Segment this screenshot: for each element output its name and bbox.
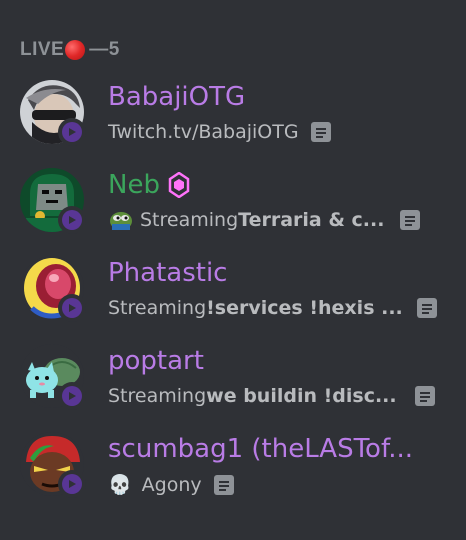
member-name[interactable]: scumbag1 (theLASTof... xyxy=(108,434,413,464)
member-item-babajiotg[interactable]: BabajiOTG Twitch.tv/BabajiOTG xyxy=(20,80,460,150)
activity-game: Agony xyxy=(141,473,202,496)
member-activity: Streaming !services !hexis ... xyxy=(108,297,437,319)
member-activity: Twitch.tv/BabajiOTG xyxy=(108,121,331,143)
streaming-status-icon xyxy=(58,118,86,146)
nitro-booster-icon[interactable] xyxy=(168,172,190,198)
activity-prefix: Streaming xyxy=(108,297,207,319)
member-name[interactable]: BabajiOTG xyxy=(108,82,245,112)
streaming-status-icon xyxy=(58,294,86,322)
member-activity: Streaming we buildin !disc... xyxy=(108,385,435,407)
activity-prefix: Streaming xyxy=(140,209,239,231)
member-name-text: Neb xyxy=(108,170,160,200)
member-name[interactable]: Phatastic xyxy=(108,258,227,288)
streaming-status-icon xyxy=(58,382,86,410)
skull-emoji-icon: 💀 xyxy=(108,474,132,496)
member-item-poptart[interactable]: poptart Streaming we buildin !disc... xyxy=(20,344,460,414)
streaming-status-icon xyxy=(58,470,86,498)
streaming-status-icon xyxy=(58,206,86,234)
live-red-dot-icon xyxy=(65,40,86,60)
live-section-header: LIVE —5 xyxy=(20,39,120,61)
member-activity: Streaming Terraria & c... xyxy=(108,209,421,231)
live-label: LIVE xyxy=(20,39,65,60)
rich-presence-icon[interactable] xyxy=(400,210,421,230)
activity-text: Twitch.tv/BabajiOTG xyxy=(108,121,299,143)
member-item-phatastic[interactable]: Phatastic Streaming !services !hexis ... xyxy=(20,256,460,326)
member-item-neb[interactable]: Neb Streaming Terraria & c... xyxy=(20,168,460,238)
member-name[interactable]: Neb xyxy=(108,170,190,200)
member-item-scumbag1[interactable]: scumbag1 (theLASTof... 💀 Agony xyxy=(20,432,460,502)
activity-prefix: Streaming xyxy=(108,385,207,407)
activity-game: Terraria & c... xyxy=(238,209,385,231)
member-activity: 💀 Agony xyxy=(108,473,234,496)
rich-presence-icon[interactable] xyxy=(416,298,437,318)
activity-title: !services !hexis ... xyxy=(206,297,403,319)
rich-presence-icon[interactable] xyxy=(310,122,331,142)
rich-presence-icon[interactable] xyxy=(414,386,435,406)
pepe-emoji-icon xyxy=(110,212,132,230)
activity-title: we buildin !disc... xyxy=(206,385,397,407)
member-count: —5 xyxy=(89,39,120,60)
member-name[interactable]: poptart xyxy=(108,346,204,376)
rich-presence-icon[interactable] xyxy=(213,474,234,495)
